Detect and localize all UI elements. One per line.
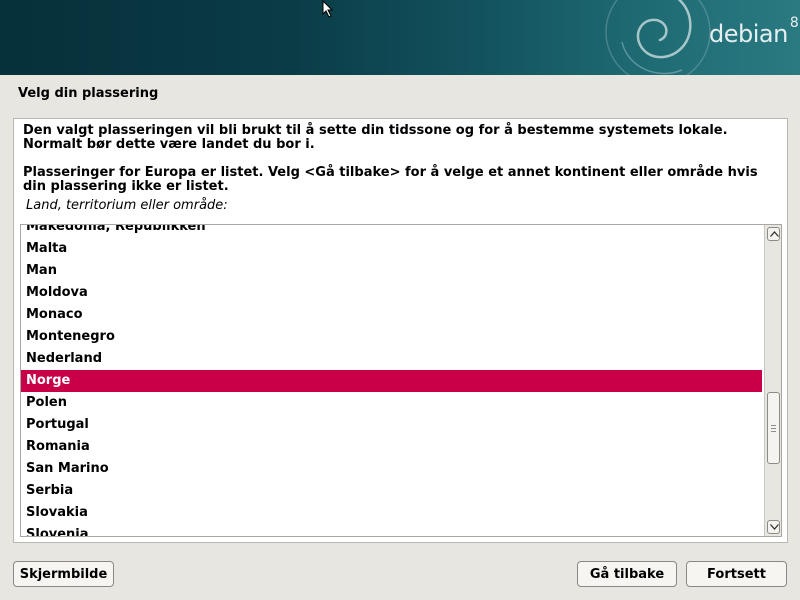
debian-swirl-icon [605, 0, 711, 75]
list-item[interactable]: Man [21, 260, 762, 282]
description: Den valgt plasseringen vil bli brukt til… [23, 124, 773, 194]
description-paragraph-1: Den valgt plasseringen vil bli brukt til… [23, 123, 728, 152]
description-paragraph-2: Plasseringer for Europa er listet. Velg … [23, 165, 758, 194]
page-title: Velg din plassering [18, 86, 159, 101]
scroll-down-button[interactable] [767, 520, 780, 534]
list-item[interactable]: Serbia [21, 480, 762, 502]
go-back-button[interactable]: Gå tilbake [577, 561, 677, 587]
arrow-down-icon [770, 524, 779, 530]
list-item[interactable]: Nederland [21, 348, 762, 370]
scrollbar-thumb[interactable] [767, 392, 780, 464]
list-item[interactable]: Slovakia [21, 502, 762, 524]
list-item[interactable]: Moldova [21, 282, 762, 304]
content-panel: Den valgt plasseringen vil bli brukt til… [13, 118, 788, 543]
list-item[interactable]: Malta [21, 238, 762, 260]
country-list-viewport: Makedonia, Republikken Malta Man Moldova Mon… [21, 225, 762, 536]
debian-logo: debian 8 [709, 15, 799, 48]
list-item[interactable]: Slovenia [21, 524, 762, 536]
brand-name: debian [709, 20, 788, 48]
screenshot-button[interactable]: Skjermbilde [13, 561, 114, 587]
thumb-grip [771, 425, 776, 426]
continue-button[interactable]: Fortsett [686, 561, 787, 587]
list-item[interactable]: Polen [21, 392, 762, 414]
country-list: Makedonia, Republikken Malta Man Moldova Mon… [21, 225, 762, 536]
list-item[interactable]: Portugal [21, 414, 762, 436]
header-banner: debian 8 [0, 0, 800, 75]
country-field-label: Land, territorium eller område: [26, 198, 228, 213]
country-listbox[interactable]: Makedonia, Republikken Malta Man Moldova Mon… [20, 224, 782, 537]
thumb-grip [771, 428, 776, 429]
thumb-grip [771, 431, 776, 432]
list-item-selected[interactable]: Norge [21, 370, 762, 392]
arrow-up-icon [770, 231, 779, 237]
list-item[interactable]: Monaco [21, 304, 762, 326]
list-scrollbar[interactable] [764, 225, 781, 536]
scroll-up-button[interactable] [767, 227, 780, 241]
brand-version: 8 [789, 15, 799, 31]
mouse-pointer-icon [322, 0, 334, 18]
list-item[interactable]: Montenegro [21, 326, 762, 348]
list-item[interactable]: Romania [21, 436, 762, 458]
list-item[interactable]: Makedonia, Republikken [21, 225, 762, 238]
list-item[interactable]: San Marino [21, 458, 762, 480]
